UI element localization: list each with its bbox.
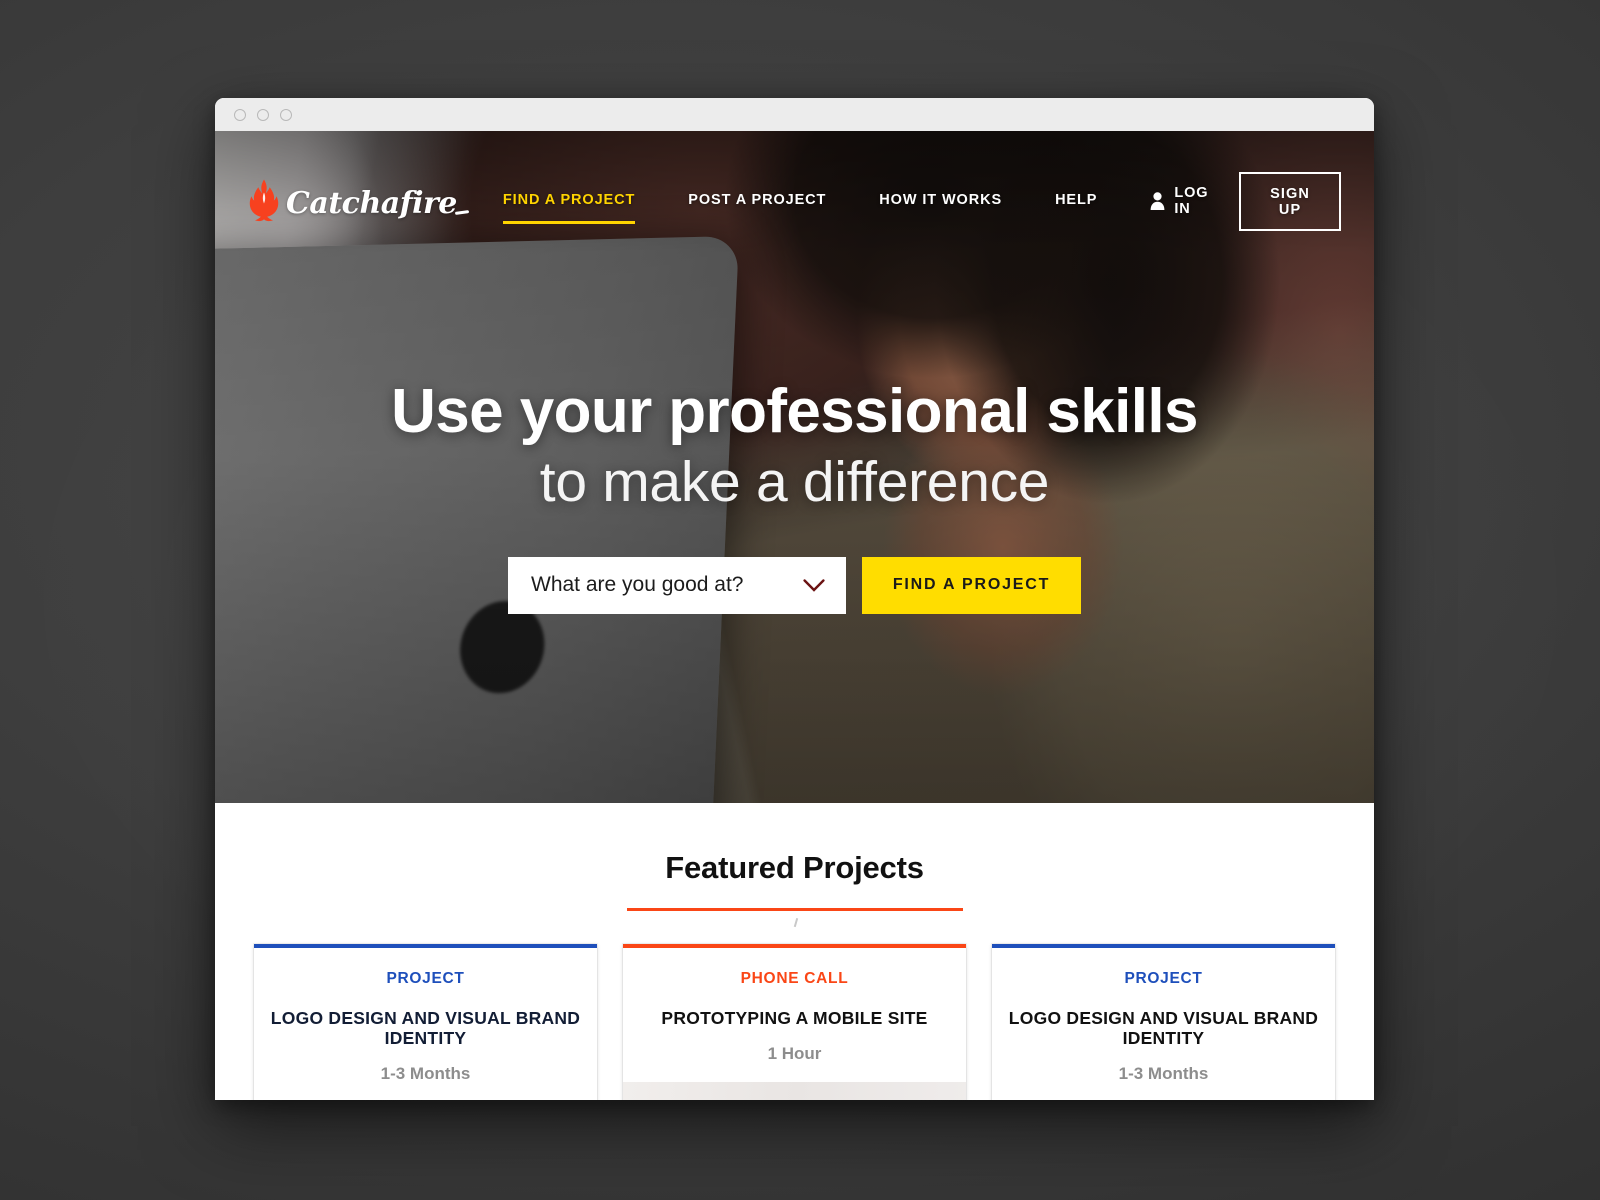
- login-link[interactable]: LOG IN: [1150, 185, 1209, 217]
- hero-headline: Use your professional skills: [391, 377, 1198, 446]
- skill-select[interactable]: What are you good at?: [508, 556, 846, 614]
- project-card[interactable]: PHONE CALL PROTOTYPING A MOBILE SITE 1 H…: [623, 943, 966, 1100]
- card-title: PROTOTYPING A MOBILE SITE: [661, 1007, 928, 1028]
- flame-icon: [249, 179, 279, 223]
- featured-cards: PROJECT LOGO DESIGN AND VISUAL BRAND IDE…: [215, 943, 1374, 1101]
- browser-titlebar: [215, 98, 1374, 131]
- card-body: PHONE CALL PROTOTYPING A MOBILE SITE 1 H…: [623, 948, 966, 1082]
- person-icon: [1150, 192, 1165, 210]
- maximize-dot[interactable]: [280, 108, 292, 121]
- nav-links: FIND A PROJECT POST A PROJECT HOW IT WOR…: [502, 186, 1150, 224]
- card-title: LOGO DESIGN AND VISUAL BRAND IDENTITY: [270, 1007, 581, 1048]
- featured-projects-section: Featured Projects PROJECT LOGO DESIGN AN…: [215, 803, 1374, 1100]
- nav-account-area: LOG IN SIGN UP: [1150, 171, 1341, 231]
- nav-item-help[interactable]: HELP: [1055, 186, 1097, 217]
- brand-wordmark: Catchafire: [286, 185, 457, 221]
- card-duration: 1-3 Months: [380, 1064, 471, 1084]
- hero-search-form: What are you good at? FIND A PROJECT: [215, 556, 1374, 614]
- skill-select-value: What are you good at?: [531, 573, 744, 597]
- hero-section: Catchafire FIND A PROJECT POST A PROJECT…: [215, 131, 1374, 803]
- minimize-dot[interactable]: [257, 108, 269, 121]
- card-title: LOGO DESIGN AND VISUAL BRAND IDENTITY: [1008, 1007, 1319, 1048]
- featured-projects-title: Featured Projects: [665, 850, 924, 885]
- card-body: PROJECT LOGO DESIGN AND VISUAL BRAND IDE…: [254, 948, 597, 1101]
- card-thumbnail: [623, 1081, 966, 1100]
- project-card[interactable]: PROJECT LOGO DESIGN AND VISUAL BRAND IDE…: [254, 943, 597, 1101]
- hero-subheadline: to make a difference: [539, 450, 1050, 515]
- nav-item-how-it-works[interactable]: HOW IT WORKS: [879, 186, 1002, 217]
- signup-button[interactable]: SIGN UP: [1239, 171, 1341, 231]
- nav-item-post-a-project[interactable]: POST A PROJECT: [688, 186, 826, 217]
- card-kicker: PHONE CALL: [740, 969, 849, 987]
- nav-item-find-a-project[interactable]: FIND A PROJECT: [502, 186, 636, 224]
- hero-copy: Use your professional skills to make a d…: [215, 379, 1374, 614]
- login-label: LOG IN: [1174, 185, 1209, 217]
- featured-tick-mark: [627, 918, 963, 930]
- close-dot[interactable]: [234, 108, 246, 121]
- card-duration: 1 Hour: [767, 1043, 822, 1063]
- brand-logo[interactable]: Catchafire: [249, 179, 457, 223]
- find-a-project-button[interactable]: FIND A PROJECT: [862, 556, 1081, 614]
- main-navbar: Catchafire FIND A PROJECT POST A PROJECT…: [215, 171, 1374, 231]
- card-body: PROJECT LOGO DESIGN AND VISUAL BRAND IDE…: [992, 948, 1335, 1101]
- chevron-down-icon: [803, 579, 825, 592]
- featured-title-rule: [626, 908, 963, 911]
- card-kicker: PROJECT: [1124, 969, 1203, 987]
- card-duration: 1-3 Months: [1118, 1064, 1209, 1084]
- card-kicker: PROJECT: [386, 969, 465, 987]
- project-card[interactable]: PROJECT LOGO DESIGN AND VISUAL BRAND IDE…: [992, 943, 1335, 1101]
- browser-window: Catchafire FIND A PROJECT POST A PROJECT…: [215, 98, 1374, 1100]
